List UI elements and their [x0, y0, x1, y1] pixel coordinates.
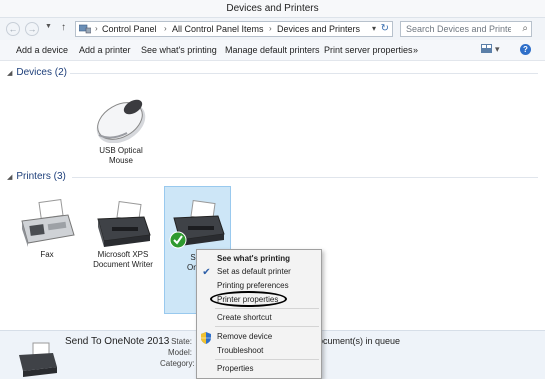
more-commands-button[interactable]: » [413, 45, 418, 55]
device-label-line2: Mouse [108, 156, 133, 165]
printer-icon [97, 201, 151, 247]
recent-pages-chevron-icon[interactable]: ▼ [45, 23, 52, 30]
device-usb-optical-mouse[interactable]: USB Optical Mouse [87, 95, 155, 169]
search-icon[interactable]: ⌕ [522, 23, 528, 34]
breadcrumb-control-panel[interactable]: Control Panel [102, 24, 157, 34]
queue-status: ocument(s) in queue [318, 336, 401, 346]
printers-group-header[interactable]: ◢ Printers (3) [7, 171, 66, 182]
menu-separator [215, 308, 319, 309]
printer-fax[interactable]: Fax [15, 199, 79, 261]
command-bar: Add a device Add a printer See what's pr… [0, 40, 545, 61]
context-menu: See what's printing ✔ Set as default pri… [196, 249, 322, 379]
search-box[interactable]: ⌕ [400, 21, 532, 37]
group-divider [72, 177, 538, 178]
highlight-ellipse [210, 291, 287, 307]
address-dropdown-icon[interactable]: ▾ [372, 24, 376, 33]
device-label-line1: USB Optical [99, 146, 143, 155]
printer-default-icon [169, 200, 225, 249]
model-label: Model: [167, 348, 192, 357]
printer-label-line1: Fax [40, 250, 54, 259]
breadcrumb-separator: › [269, 24, 272, 33]
add-printer-button[interactable]: Add a printer [79, 45, 131, 55]
selected-device-name: Send To OneNote 2013 [65, 336, 170, 347]
breadcrumb-separator: › [164, 24, 167, 33]
breadcrumb-separator: › [95, 24, 98, 33]
refresh-icon[interactable]: ↻ [381, 23, 389, 34]
forward-arrow-icon[interactable]: → [25, 22, 39, 36]
menu-item-printing-preferences[interactable]: Printing preferences [217, 281, 289, 290]
devices-group-header[interactable]: ◢ Devices (2) [7, 67, 67, 78]
breadcrumb-devices-printers[interactable]: Devices and Printers [277, 24, 360, 34]
menu-item-troubleshoot[interactable]: Troubleshoot [217, 346, 263, 355]
view-options-icon[interactable] [481, 44, 492, 55]
group-divider [70, 73, 538, 74]
printer-microsoft-xps-document-writer[interactable]: Microsoft XPS Document Writer [88, 201, 158, 271]
shield-icon [201, 332, 211, 344]
menu-item-properties[interactable]: Properties [217, 364, 253, 373]
menu-separator [215, 359, 319, 360]
mouse-icon [96, 99, 146, 143]
collapse-caret-icon[interactable]: ◢ [7, 174, 12, 181]
menu-item-create-shortcut[interactable]: Create shortcut [217, 313, 272, 322]
title-bar: Devices and Printers [0, 0, 545, 18]
printer-label-line1: Microsoft XPS [97, 250, 149, 259]
see-whats-printing-button[interactable]: See what's printing [141, 45, 217, 55]
printer-label-line2: Document Writer [93, 260, 153, 269]
state-label: State: [171, 337, 192, 346]
menu-separator [215, 326, 319, 327]
manage-default-printers-button[interactable]: Manage default printers [225, 45, 320, 55]
menu-item-remove-device[interactable]: Remove device [217, 332, 272, 341]
up-arrow-icon[interactable]: ↑ [61, 22, 66, 33]
search-input[interactable] [401, 22, 511, 36]
breadcrumb-all-items[interactable]: All Control Panel Items [172, 24, 264, 34]
back-arrow-icon[interactable]: ← [6, 22, 20, 36]
view-dropdown-icon[interactable]: ▾ [495, 44, 500, 55]
menu-item-set-default-printer[interactable]: Set as default printer [217, 267, 291, 276]
control-panel-icon [79, 24, 91, 34]
window-title: Devices and Printers [226, 3, 319, 14]
printer-icon [19, 342, 57, 377]
collapse-caret-icon[interactable]: ◢ [7, 70, 12, 77]
address-bar[interactable]: › Control Panel › All Control Panel Item… [75, 21, 393, 37]
add-device-button[interactable]: Add a device [16, 45, 68, 55]
category-label: Category: [160, 359, 195, 368]
address-row: ← → ▼ ↑ › Control Panel › All Control Pa… [0, 18, 545, 40]
fax-icon [21, 199, 75, 247]
help-icon[interactable]: ? [520, 44, 531, 55]
menu-item-see-whats-printing[interactable]: See what's printing [217, 254, 290, 263]
print-server-properties-button[interactable]: Print server properties [324, 45, 413, 55]
checkmark-icon: ✔ [202, 267, 211, 278]
